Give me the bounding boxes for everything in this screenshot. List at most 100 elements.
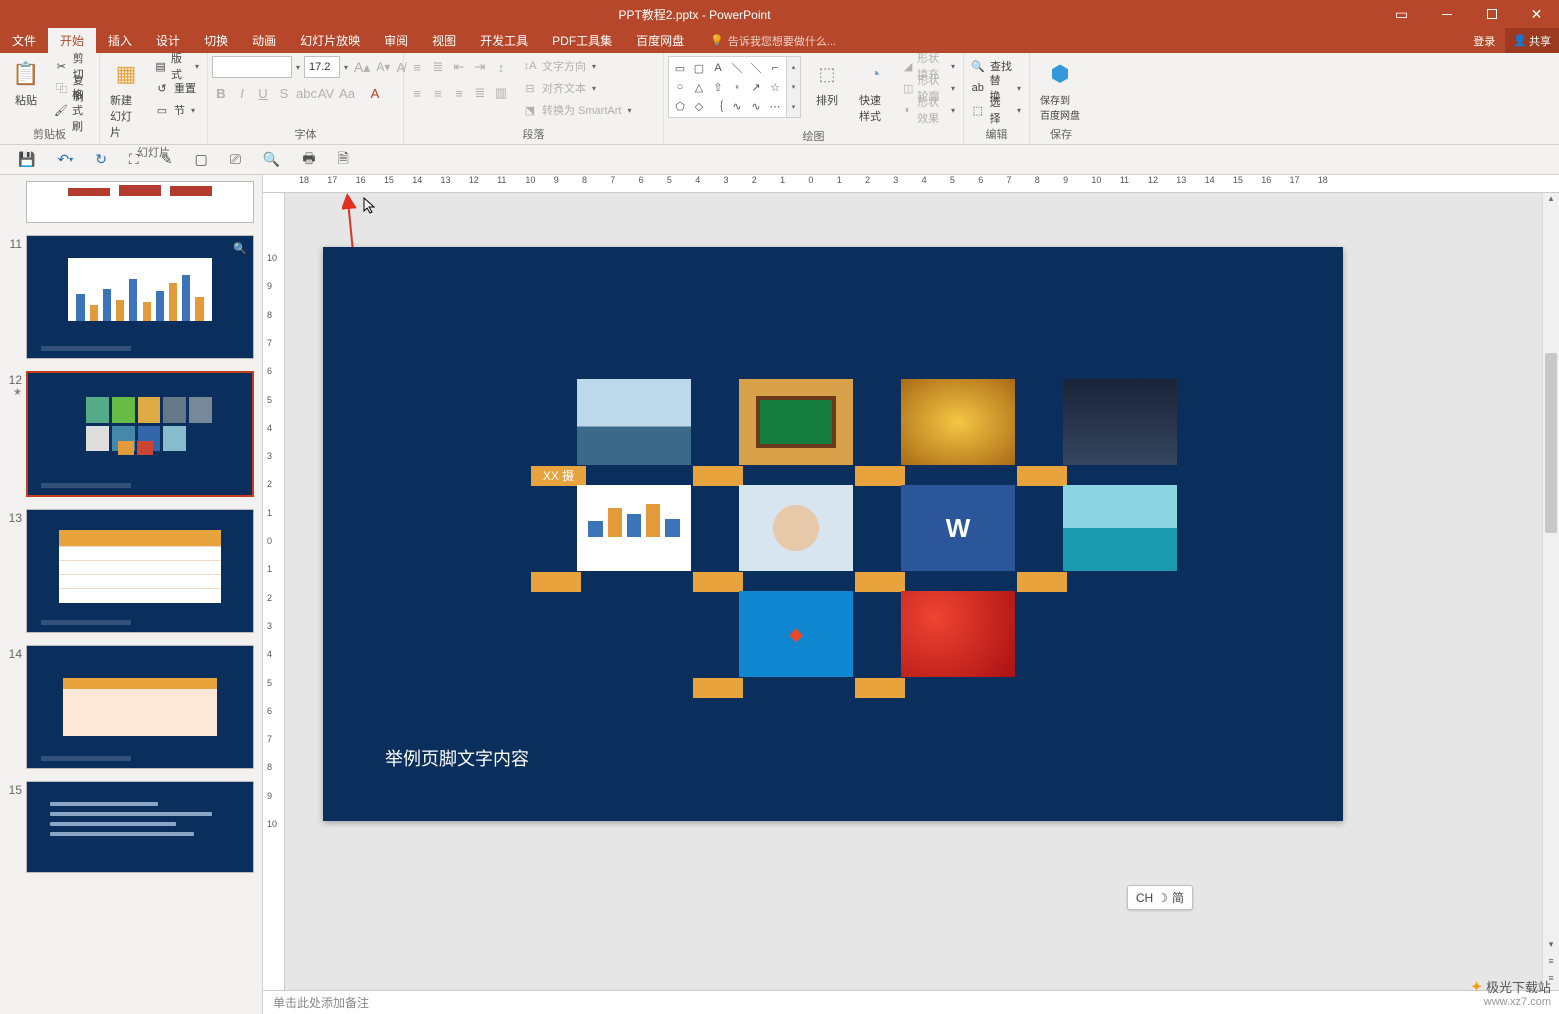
slide-image[interactable] xyxy=(739,379,853,465)
tab-file[interactable]: 文件 xyxy=(0,28,48,53)
shadow-button[interactable]: S xyxy=(275,86,293,101)
maximize-button[interactable] xyxy=(1469,0,1514,28)
layout-button[interactable]: ▤版式▾ xyxy=(152,56,203,76)
ribbon: 📋 粘贴 ✂剪切 ⿻复制 🖌格式刷 剪贴板 ▦ 新建 幻灯片 ▤版式▾ ↺重置 … xyxy=(0,53,1559,145)
vertical-scrollbar[interactable]: ▴ ▾ ≡ ≡ xyxy=(1542,193,1559,990)
current-slide[interactable]: XX 摄 xyxy=(323,247,1343,821)
thumb-row[interactable]: 13 xyxy=(0,503,262,639)
thumb-slide-11[interactable]: 🔍 xyxy=(26,235,254,359)
font-family-combo[interactable] xyxy=(212,56,292,78)
quick-styles-button[interactable]: ◔ 快速样式 xyxy=(853,56,897,126)
numbering-button[interactable]: ≣ xyxy=(429,59,447,75)
scrollbar-thumb[interactable] xyxy=(1545,353,1557,533)
thumb-row[interactable]: 14 xyxy=(0,639,262,775)
share-button[interactable]: 👤 共享 xyxy=(1505,28,1559,53)
thumb-slide-15[interactable] xyxy=(26,781,254,873)
start-from-beginning-button[interactable]: ▢ xyxy=(194,151,207,168)
touch-mode-button[interactable]: ⛶ xyxy=(129,151,139,168)
horizontal-ruler[interactable]: 1817161514131211109876543210123456789101… xyxy=(263,175,1559,193)
slide-image[interactable]: W xyxy=(901,485,1015,571)
grow-font-icon[interactable]: A▴ xyxy=(352,59,372,76)
line-spacing-button[interactable]: ↕ xyxy=(492,60,510,75)
tell-me-search[interactable]: 💡 告诉我您想要做什么... xyxy=(710,33,836,49)
shape-effects-button[interactable]: ◐形状效果▾ xyxy=(901,100,959,120)
login-button[interactable]: 登录 xyxy=(1463,33,1505,49)
start-from-current-button[interactable]: ⎚ xyxy=(230,151,241,168)
print-preview-button[interactable]: 🖶 xyxy=(302,148,315,172)
change-case-button[interactable]: Aa xyxy=(338,86,356,101)
tab-insert[interactable]: 插入 xyxy=(96,28,144,53)
slide-image[interactable] xyxy=(739,485,853,571)
save-to-netdisk-button[interactable]: ⬢ 保存到 百度网盘 xyxy=(1034,56,1086,124)
arrange-button[interactable]: ⬚ 排列 xyxy=(805,56,849,110)
minimize-button[interactable] xyxy=(1424,0,1469,28)
tab-developer[interactable]: 开发工具 xyxy=(468,28,540,53)
thumb-slide-13[interactable] xyxy=(26,509,254,633)
group-drawing: ▭▢A＼＼⌐ ○△⇧⬫↗☆ ⬠◇｛∿∿⋯ ▴▾▾ ⬚ 排列 ◔ 快速样式 ◢形状… xyxy=(664,53,964,144)
select-button[interactable]: ⬚选择▾ xyxy=(968,100,1025,120)
thumb-slide-14[interactable] xyxy=(26,645,254,769)
slide-image[interactable] xyxy=(577,379,691,465)
section-button[interactable]: ▭节▾ xyxy=(152,100,203,120)
ime-indicator[interactable]: CH ☽ 简 xyxy=(1127,885,1193,910)
tab-baidu-netdisk[interactable]: 百度网盘 xyxy=(624,28,696,53)
thumb-slide[interactable] xyxy=(26,181,254,223)
zoom-button[interactable]: 🔍 xyxy=(263,151,280,168)
qat-icon-5[interactable]: ✎ xyxy=(161,151,173,168)
slide-image[interactable] xyxy=(901,591,1015,677)
spacing-button[interactable]: AV xyxy=(317,86,335,101)
redo-button[interactable]: ↻ xyxy=(95,151,107,168)
bold-button[interactable]: B xyxy=(212,86,230,101)
thumb-slide-12[interactable] xyxy=(26,371,254,497)
tab-review[interactable]: 审阅 xyxy=(372,28,420,53)
justify-button[interactable]: ≣ xyxy=(471,85,489,101)
thumb-row[interactable] xyxy=(0,175,262,229)
shapes-gallery[interactable]: ▭▢A＼＼⌐ ○△⇧⬫↗☆ ⬠◇｛∿∿⋯ xyxy=(668,56,787,118)
decrease-indent-button[interactable]: ⇤ xyxy=(450,59,468,75)
align-right-button[interactable]: ≡ xyxy=(450,86,468,101)
thumb-row[interactable]: 12★ xyxy=(0,365,262,503)
italic-button[interactable]: I xyxy=(233,86,251,101)
smartart-button[interactable]: ⬔转换为 SmartArt▾ xyxy=(520,100,635,120)
align-left-button[interactable]: ≡ xyxy=(408,86,426,101)
slide-image[interactable]: ◆ xyxy=(739,591,853,677)
notes-pane[interactable]: 单击此处添加备注 xyxy=(263,990,1559,1014)
font-color-button[interactable]: A xyxy=(366,86,384,101)
tab-slideshow[interactable]: 幻灯片放映 xyxy=(288,28,372,53)
tab-view[interactable]: 视图 xyxy=(420,28,468,53)
thumb-row[interactable]: 15 xyxy=(0,775,262,879)
group-editing: 🔍查找 ab替换▾ ⬚选择▾ 编辑 xyxy=(964,53,1030,144)
align-center-button[interactable]: ≡ xyxy=(429,86,447,101)
bullets-button[interactable]: ≡ xyxy=(408,60,426,75)
slide-image[interactable] xyxy=(577,485,691,571)
gallery-scroll[interactable]: ▴▾▾ xyxy=(787,56,801,118)
increase-indent-button[interactable]: ⇥ xyxy=(471,59,489,75)
slide-image[interactable] xyxy=(1063,379,1177,465)
strike-button[interactable]: abc xyxy=(296,86,314,101)
save-button[interactable]: 💾 xyxy=(18,151,35,168)
slide-image[interactable] xyxy=(1063,485,1177,571)
slide-image[interactable] xyxy=(901,379,1015,465)
font-size-combo[interactable]: 17.2 xyxy=(304,56,340,78)
vertical-ruler[interactable]: 10987654321012345678910 xyxy=(263,193,285,990)
shrink-font-icon[interactable]: A▾ xyxy=(374,60,392,74)
qat-icon-10[interactable]: 🗎 xyxy=(338,148,349,172)
tab-transitions[interactable]: 切换 xyxy=(192,28,240,53)
ribbon-display-options[interactable]: ▭ xyxy=(1379,0,1424,28)
slide-footer-text[interactable]: 举例页脚文字内容 xyxy=(385,745,529,771)
align-text-button[interactable]: ⊟对齐文本▾ xyxy=(520,78,635,98)
format-painter-button[interactable]: 🖌格式刷 xyxy=(52,100,95,120)
paste-button[interactable]: 📋 粘贴 xyxy=(4,56,48,110)
underline-button[interactable]: U xyxy=(254,86,272,101)
new-slide-button[interactable]: ▦ 新建 幻灯片 xyxy=(104,56,148,142)
thumb-row[interactable]: 11 🔍 xyxy=(0,229,262,365)
reset-button[interactable]: ↺重置 xyxy=(152,78,203,98)
slide-canvas[interactable]: XX 摄 xyxy=(285,193,1559,990)
tab-animations[interactable]: 动画 xyxy=(240,28,288,53)
undo-button[interactable]: ↶ ▾ xyxy=(57,151,73,168)
close-button[interactable]: ✕ xyxy=(1514,0,1559,28)
columns-button[interactable]: ▥ xyxy=(492,85,510,101)
text-direction-button[interactable]: ↕A文字方向▾ xyxy=(520,56,635,76)
tab-pdf-tools[interactable]: PDF工具集 xyxy=(540,28,624,53)
group-clipboard: 📋 粘贴 ✂剪切 ⿻复制 🖌格式刷 剪贴板 xyxy=(0,53,100,144)
